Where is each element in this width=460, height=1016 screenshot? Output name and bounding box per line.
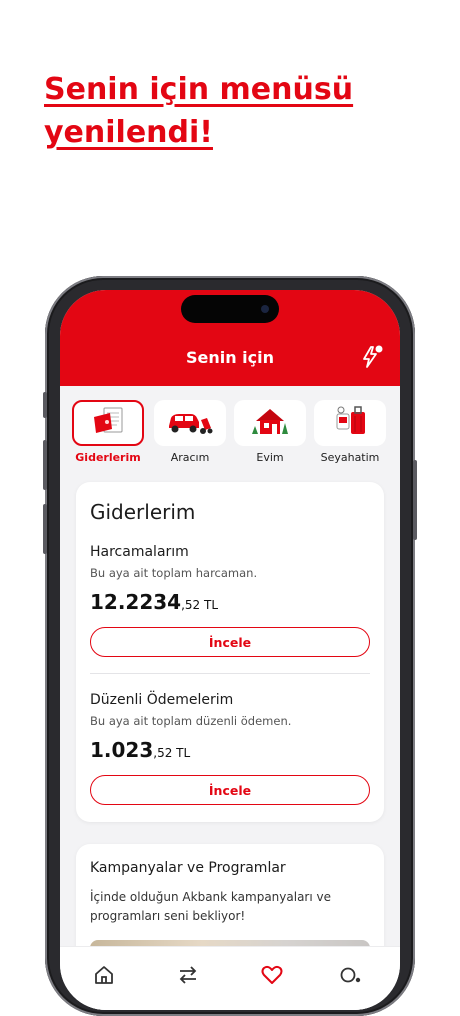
section-divider: [90, 673, 370, 674]
promo-headline: Senin için menüsü yenilendi!: [44, 68, 444, 154]
tab-label: Seyahatim: [320, 451, 380, 464]
regular-payments-inspect-button[interactable]: İncele: [90, 775, 370, 805]
headline-line-1: Senin için menüsü: [44, 72, 354, 107]
spending-inspect-button[interactable]: İncele: [90, 627, 370, 657]
regular-amount-main: 1.023: [90, 738, 154, 762]
tab-evim[interactable]: Evim: [234, 400, 306, 464]
regular-payments-title: Düzenli Ödemelerim: [90, 692, 234, 708]
campaigns-title: Kampanyalar ve Programlar: [90, 860, 286, 876]
card-title: Giderlerim: [90, 500, 196, 524]
phone-volume-down: [43, 504, 47, 554]
heart-icon[interactable]: [258, 961, 286, 989]
tab-seyahatim[interactable]: Seyahatim: [314, 400, 386, 464]
campaigns-description: İçinde olduğun Akbank kampanyaları ve pr…: [90, 890, 331, 923]
regular-payments-amount: 1.023,52 TL: [90, 738, 190, 762]
tab-label: Evim: [256, 451, 284, 464]
spending-amount: 12.2234,52 TL: [90, 590, 218, 614]
regular-payments-subtitle: Bu aya ait toplam düzenli ödemen.: [90, 714, 292, 728]
bottom-tab-bar: [60, 946, 400, 1010]
house-icon: [250, 405, 290, 442]
spending-subtitle: Bu aya ait toplam harcaman.: [90, 566, 258, 580]
luggage-icon: [329, 404, 371, 443]
phone-volume-up: [43, 440, 47, 490]
spending-amount-main: 12.2234: [90, 590, 182, 614]
lightning-notification-icon[interactable]: [358, 344, 384, 370]
transfer-icon[interactable]: [174, 961, 202, 989]
category-tabs: Giderlerim Aracım Evim Seyahatim: [72, 400, 392, 464]
page-title: Senin için: [185, 348, 275, 367]
home-icon[interactable]: [90, 961, 118, 989]
tab-giderlerim[interactable]: Giderlerim: [72, 400, 144, 464]
tab-label: Aracım: [170, 451, 210, 464]
headline-line-2: yenilendi!: [44, 115, 213, 150]
dynamic-island: [181, 295, 279, 323]
phone-silent-switch: [43, 392, 47, 418]
regular-amount-decimal: ,52 TL: [153, 746, 191, 760]
spending-amount-decimal: ,52 TL: [181, 598, 219, 612]
expenses-icon: [88, 405, 128, 442]
expenses-card: Giderlerim Harcamalarım Bu aya ait topla…: [76, 482, 384, 822]
app-screen: Senin için Giderlerim Aracım Evim Seyaha…: [60, 290, 400, 1010]
tab-aracim[interactable]: Aracım: [154, 400, 226, 464]
phone-power-button: [413, 460, 417, 540]
header-bar: Senin için: [60, 290, 400, 386]
search-icon[interactable]: [336, 961, 364, 989]
car-icon: [167, 406, 213, 441]
spending-title: Harcamalarım: [90, 544, 189, 560]
tab-label: Giderlerim: [75, 451, 141, 464]
